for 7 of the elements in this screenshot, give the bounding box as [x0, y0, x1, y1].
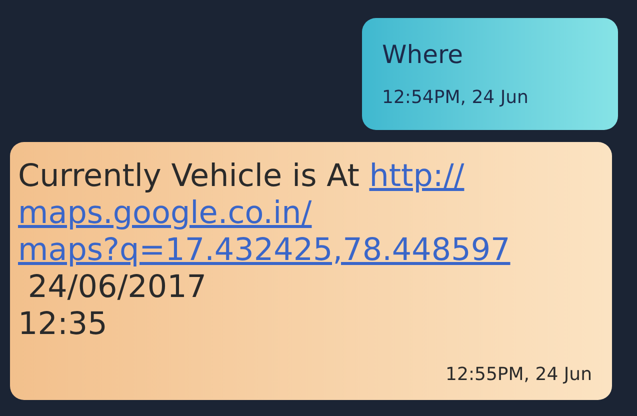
map-link[interactable]: maps.google.co.in/ — [18, 195, 312, 231]
map-link[interactable]: http:// — [369, 158, 464, 194]
map-link[interactable]: maps?q=17.432425,78.448597 — [18, 232, 510, 268]
message-time: 12:55PM, 24 Jun — [446, 363, 592, 387]
message-time: 12:54PM, 24 Jun — [382, 86, 528, 110]
message-text: Where — [382, 40, 464, 70]
message-text: Currently Vehicle is At http:// maps.google.co.in/ maps?q=17.432425,78.448597 24/06/2017 12:35 — [18, 158, 512, 343]
